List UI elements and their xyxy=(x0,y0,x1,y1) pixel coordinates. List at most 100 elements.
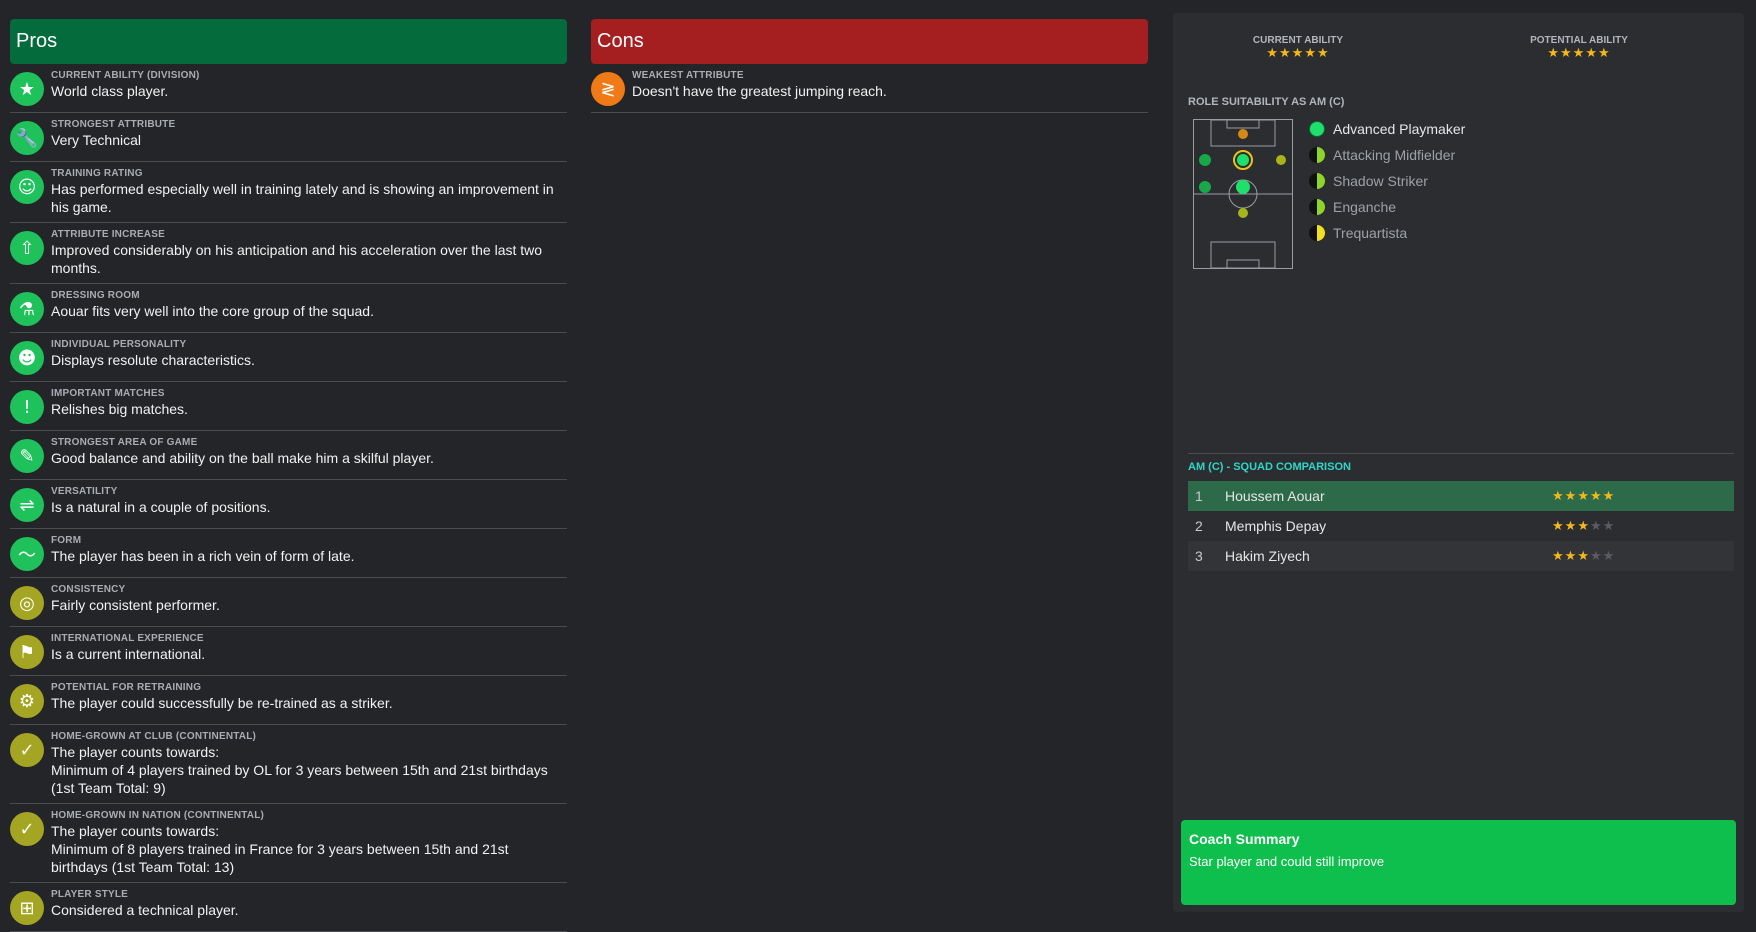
position-dot-aml xyxy=(1199,154,1211,166)
pros-item-title: ATTRIBUTE INCREASE xyxy=(51,229,165,240)
role-item[interactable]: Advanced Playmaker xyxy=(1309,116,1465,142)
cons-panel: Cons ≷ WEAKEST ATTRIBUTE Doesn't have the … xyxy=(591,19,1148,113)
squad-player-name[interactable]: Houssem Aouar xyxy=(1225,488,1552,504)
current-ability: CURRENT ABILITY ★★★★★ xyxy=(1218,35,1378,61)
boot-icon: ✎ xyxy=(10,439,44,473)
pros-item-title: INDIVIDUAL PERSONALITY xyxy=(51,339,187,350)
position-dot-mc xyxy=(1236,180,1250,194)
star-icon: ★ xyxy=(1564,548,1578,564)
squad-player-stars: ★★★★★ xyxy=(1552,519,1615,534)
retrain-gear-icon: ⚙ xyxy=(10,684,44,718)
pros-item: ⚑ INTERNATIONAL EXPERIENCE Is a current in… xyxy=(10,627,567,676)
flag-icon: ⚑ xyxy=(10,635,44,669)
divider xyxy=(1188,453,1734,454)
pros-item-title: HOME-GROWN IN NATION (CONTINENTAL) xyxy=(51,810,265,821)
pros-list: ★ CURRENT ABILITY (DIVISION) World class p… xyxy=(10,64,567,932)
squad-row[interactable]: 1 Houssem Aouar ★★★★★ xyxy=(1188,481,1734,511)
star-icon: ★ xyxy=(1577,518,1590,534)
star-empty-icon: ★ xyxy=(1589,518,1603,534)
pros-item-title: IMPORTANT MATCHES xyxy=(51,388,165,399)
pros-item-text: CURRENT ABILITY (DIVISION) World class pl… xyxy=(51,70,567,106)
document-check-icon: ✓ xyxy=(10,812,44,846)
pros-item: ⚙ POTENTIAL FOR RETRAINING The player coul… xyxy=(10,676,567,725)
pros-item: 🔧 STRONGEST ATTRIBUTE Very Technical xyxy=(10,113,567,162)
pitch-svg xyxy=(1194,119,1292,269)
potential-ability-stars: ★★★★★ xyxy=(1499,46,1659,61)
pros-item-text: VERSATILITY Is a natural in a couple of p… xyxy=(51,486,567,522)
star-icon: ★ xyxy=(1304,46,1317,61)
role-item[interactable]: Attacking Midfielder xyxy=(1309,142,1465,168)
pros-item-text: POTENTIAL FOR RETRAINING The player could… xyxy=(51,682,567,718)
star-icon: ★ xyxy=(1552,518,1565,534)
pros-item-title: FORM xyxy=(51,535,82,546)
potential-ability: POTENTIAL ABILITY ★★★★★ xyxy=(1499,35,1659,61)
role-rating-icon xyxy=(1309,121,1325,137)
pros-item-description: Has performed especially well in trainin… xyxy=(51,181,554,215)
star-empty-icon: ★ xyxy=(1589,548,1603,564)
pros-item-description: Good balance and ability on the ball mak… xyxy=(51,450,434,466)
training-smile-icon: ☺ xyxy=(10,170,44,204)
star-icon: ★ xyxy=(1577,488,1590,504)
pros-item-description: Considered a technical player. xyxy=(51,902,239,918)
pros-item-description: Displays resolute characteristics. xyxy=(51,352,255,368)
pros-item-title: TRAINING RATING xyxy=(51,168,143,179)
pros-panel: Pros ★ CURRENT ABILITY (DIVISION) World cl… xyxy=(10,19,567,932)
squad-player-stars: ★★★★★ xyxy=(1552,489,1615,504)
star-icon: ★ xyxy=(1547,46,1561,61)
position-dot-dm xyxy=(1238,208,1248,218)
role-name: Enganche xyxy=(1333,199,1397,215)
squad-comparison-label: AM (C) - SQUAD COMPARISON xyxy=(1188,461,1351,473)
pros-item-text: PLAYER STYLE Considered a technical playe… xyxy=(51,889,567,925)
pros-item-description: Is a natural in a couple of positions. xyxy=(51,499,271,515)
role-name: Trequartista xyxy=(1333,225,1408,241)
role-item[interactable]: Trequartista xyxy=(1309,220,1465,246)
pros-item: ✓ HOME-GROWN IN NATION (CONTINENTAL) The p… xyxy=(10,804,567,883)
role-item[interactable]: Enganche xyxy=(1309,194,1465,220)
pros-item: ⚗ DRESSING ROOM Aouar fits very well into … xyxy=(10,284,567,333)
pros-item: ☺ TRAINING RATING Has performed especially… xyxy=(10,162,567,223)
pros-item-text: FORM The player has been in a rich vein o… xyxy=(51,535,567,571)
squad-rank: 3 xyxy=(1195,548,1203,564)
current-ability-stars: ★★★★★ xyxy=(1218,46,1378,61)
pros-item-description: Fairly consistent performer. xyxy=(51,597,220,613)
pros-item-description: The player counts towards: Minimum of 4 … xyxy=(51,744,548,796)
pros-item: ☻ INDIVIDUAL PERSONALITY Displays resolute… xyxy=(10,333,567,382)
role-rating-icon xyxy=(1309,147,1325,163)
squad-player-name[interactable]: Hakim Ziyech xyxy=(1225,548,1552,564)
spring-icon: ≷ xyxy=(591,72,625,106)
star-icon: ★ xyxy=(1585,46,1598,61)
potential-ability-label: POTENTIAL ABILITY xyxy=(1530,35,1628,46)
star-icon: ★ xyxy=(1552,548,1565,564)
pros-item: ! IMPORTANT MATCHES Relishes big matches. xyxy=(10,382,567,431)
star-icon: ★ xyxy=(1279,46,1292,61)
cons-header: Cons xyxy=(591,19,1148,64)
coach-summary-text: Star player and could still improve xyxy=(1189,854,1385,869)
coach-summary-title: Coach Summary xyxy=(1189,831,1300,847)
squad-row[interactable]: 2 Memphis Depay ★★★★★ xyxy=(1188,511,1734,541)
current-ability-label: CURRENT ABILITY xyxy=(1252,35,1344,46)
squad-player-name[interactable]: Memphis Depay xyxy=(1225,518,1552,534)
target-icon: ◎ xyxy=(10,586,44,620)
pros-item-text: DRESSING ROOM Aouar fits very well into t… xyxy=(51,290,567,326)
cons-item-text: WEAKEST ATTRIBUTE Doesn't have the greate… xyxy=(632,70,1148,106)
star-icon: ★ xyxy=(1564,488,1578,504)
document-check-icon: ✓ xyxy=(10,733,44,767)
training-arrow-icon: ⇧ xyxy=(10,231,44,265)
role-list: Advanced Playmaker Attacking Midfielder Sh… xyxy=(1309,116,1465,246)
pros-item-title: INTERNATIONAL EXPERIENCE xyxy=(51,633,204,644)
pros-item: 〜 FORM The player has been in a rich vein … xyxy=(10,529,567,578)
pros-item-text: INTERNATIONAL EXPERIENCE Is a current int… xyxy=(51,633,567,669)
pros-item-title: STRONGEST ATTRIBUTE xyxy=(51,119,176,130)
role-item[interactable]: Shadow Striker xyxy=(1309,168,1465,194)
star-icon: ★ xyxy=(1597,46,1611,61)
pros-item-description: The player has been in a rich vein of fo… xyxy=(51,548,355,564)
star-icon: ★ xyxy=(1577,548,1590,564)
squad-row[interactable]: 3 Hakim Ziyech ★★★★★ xyxy=(1188,541,1734,571)
pros-item-description: The player could successfully be re-trai… xyxy=(51,695,393,711)
pros-item: ★ CURRENT ABILITY (DIVISION) World class p… xyxy=(10,64,567,113)
pros-item-text: HOME-GROWN AT CLUB (CONTINENTAL) The play… xyxy=(51,731,567,797)
pros-item-description: World class player. xyxy=(51,83,169,99)
role-rating-icon xyxy=(1309,199,1325,215)
star-icon: ★ xyxy=(1291,46,1305,61)
pros-item-text: STRONGEST AREA OF GAME Good balance and a… xyxy=(51,437,567,473)
